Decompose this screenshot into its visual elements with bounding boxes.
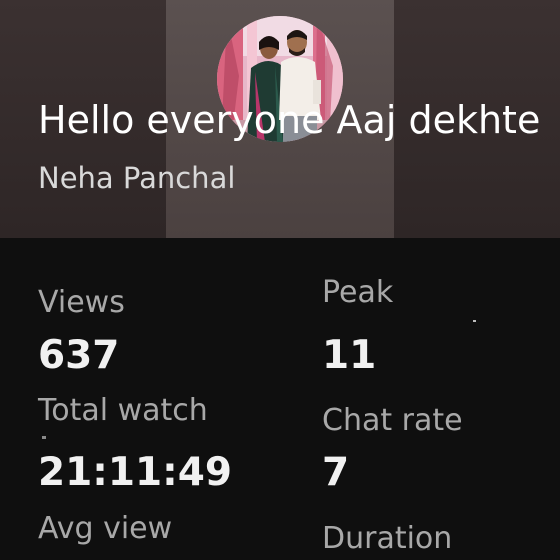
peak-indicator [473,320,476,322]
live-stats-screen: Hello everyone Aaj dekhte Neha Panchal V… [0,0,560,560]
total-watch-label-overflow [38,432,78,442]
peak-label: Peak [322,275,394,310]
peak-value: 11 [322,333,377,378]
duration-label: Duration [322,521,453,556]
total-watch-value: 21:11:49 [38,450,233,495]
chat-rate-label: Chat rate [322,403,463,438]
channel-name[interactable]: Neha Panchal [38,158,235,198]
avg-view-label: Avg view [38,511,173,546]
chat-rate-value: 7 [322,450,350,495]
stream-title: Hello everyone Aaj dekhte [38,98,541,142]
total-watch-label: Total watch [38,393,208,428]
views-label: Views [38,285,125,320]
stream-header: Hello everyone Aaj dekhte Neha Panchal [0,0,560,238]
views-value: 637 [38,333,120,378]
